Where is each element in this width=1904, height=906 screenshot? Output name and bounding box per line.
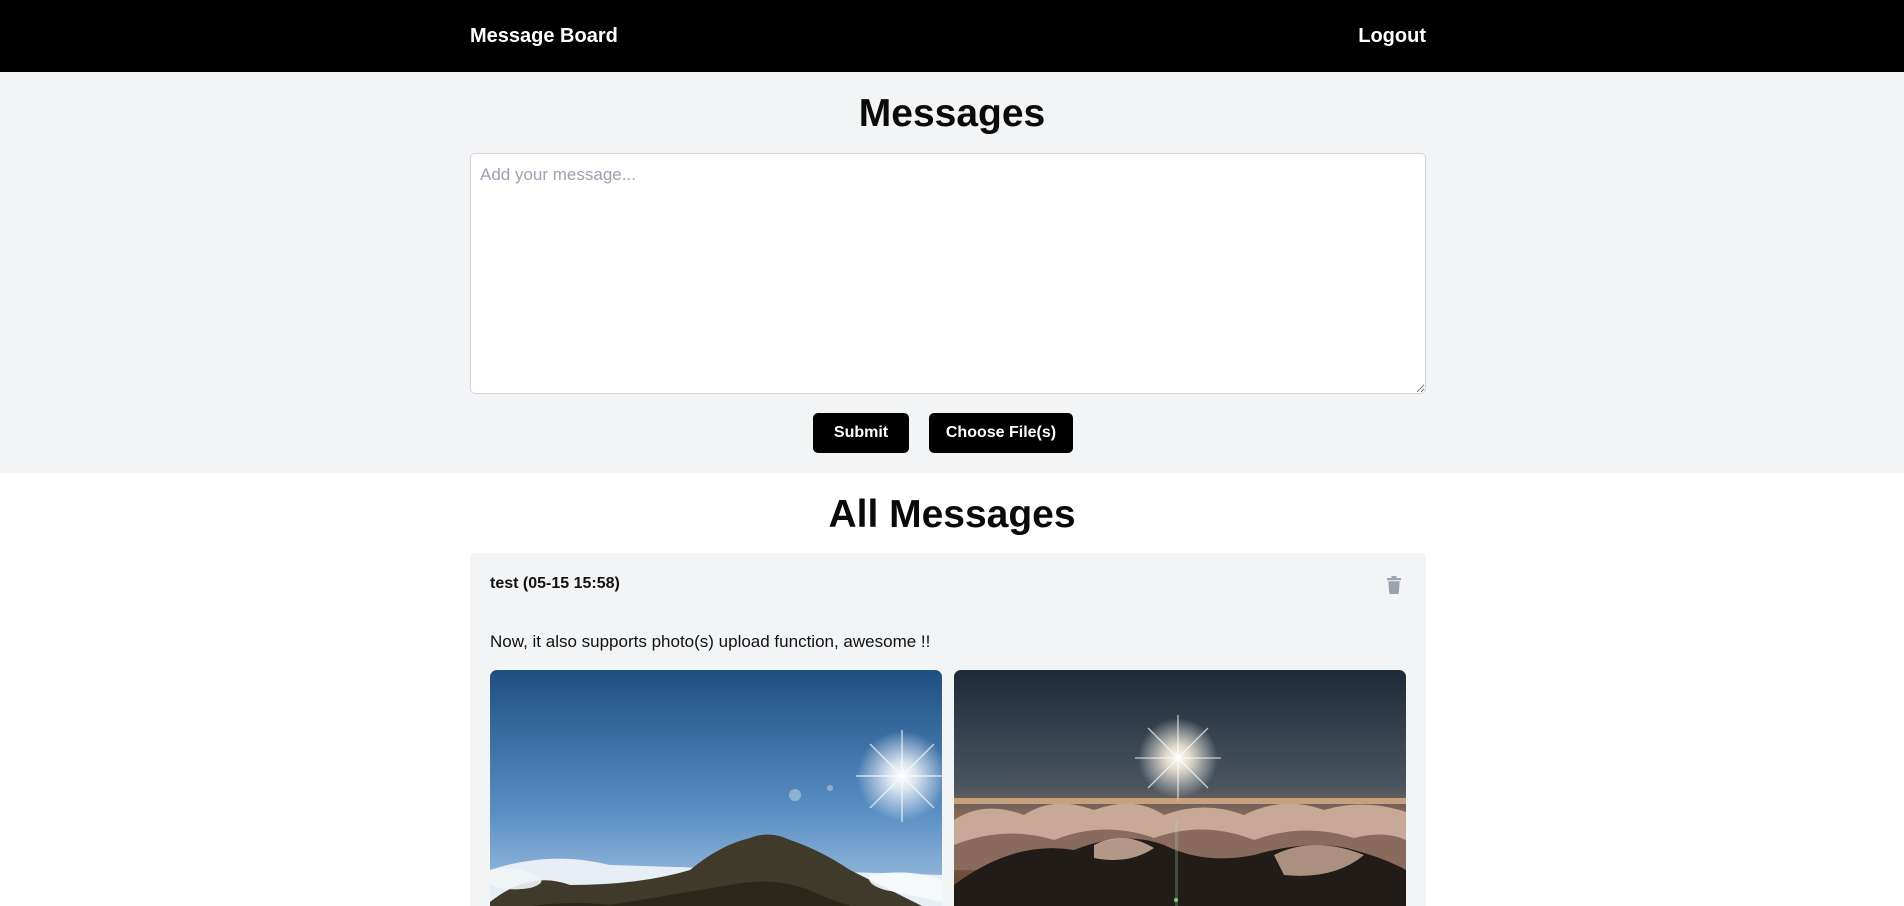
page-title: Messages <box>858 92 1046 135</box>
navbar-inner: Message Board Logout <box>470 0 1426 72</box>
all-messages-title: All Messages <box>828 493 1076 536</box>
mountain-sun-photo <box>490 670 942 906</box>
message-author-time: test (05-15 15:58) <box>490 575 620 592</box>
photo-thumbnail[interactable] <box>954 670 1406 906</box>
photo-thumbnail[interactable] <box>490 670 942 906</box>
all-messages-section: All Messages test (05-15 15:58) Now, it … <box>0 473 1904 906</box>
choose-files-button[interactable]: Choose File(s) <box>929 413 1073 453</box>
message-body: Now, it also supports photo(s) upload fu… <box>490 632 931 651</box>
logout-link[interactable]: Logout <box>1358 25 1426 48</box>
navbar: Message Board Logout <box>0 0 1904 72</box>
message-photos <box>490 670 1406 906</box>
submit-button[interactable]: Submit <box>813 413 909 453</box>
compose-section: Messages Submit Choose File(s) <box>0 72 1904 473</box>
message-card: test (05-15 15:58) Now, it also supports… <box>470 553 1426 906</box>
trash-icon <box>1387 575 1401 597</box>
sunset-clouds-photo <box>954 670 1406 906</box>
compose-actions: Submit Choose File(s) <box>0 413 1904 453</box>
delete-message-button[interactable] <box>1382 573 1406 599</box>
message-input[interactable] <box>470 153 1426 394</box>
brand-link[interactable]: Message Board <box>470 25 618 48</box>
